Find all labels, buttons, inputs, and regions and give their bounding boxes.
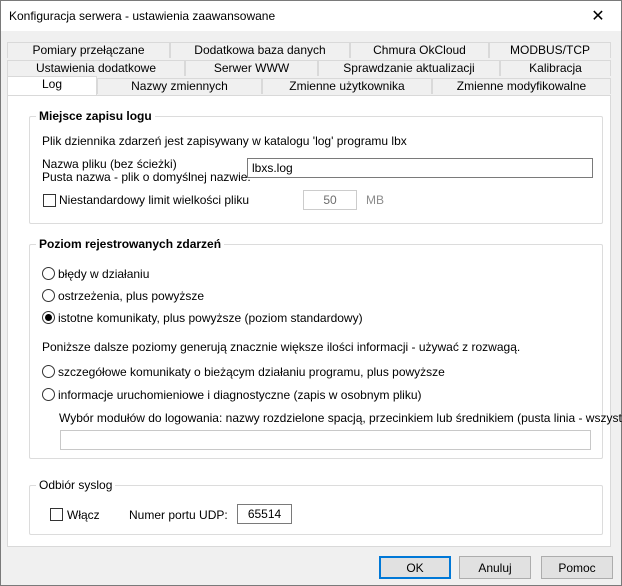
radio-level-warnings[interactable]: [42, 289, 55, 302]
udp-port-input[interactable]: 65514: [237, 504, 292, 524]
group-log-location-title: Miejsce zapisu logu: [36, 109, 155, 123]
tab-row-3: Log Nazwy zmiennych Zmienne użytkownika …: [7, 76, 611, 95]
modules-input[interactable]: [60, 430, 591, 450]
tab-sprawdzanie-aktualizacji[interactable]: Sprawdzanie aktualizacji: [318, 60, 500, 76]
group-log-level: Poziom rejestrowanych zdarzeń błędy w dz…: [29, 237, 622, 459]
tab-row-1: Pomiary przełączane Dodatkowa baza danyc…: [7, 42, 611, 59]
dialog-window: Konfiguracja serwera - ustawienia zaawan…: [0, 0, 622, 586]
radio-level-debug-label: informacje uruchomieniowe i diagnostyczn…: [58, 388, 422, 402]
tab-kalibracja[interactable]: Kalibracja: [500, 60, 611, 76]
radio-level-standard-label: istotne komunikaty, plus powyższe (pozio…: [58, 311, 363, 325]
ok-button[interactable]: OK: [379, 556, 451, 579]
limit-checkbox[interactable]: [43, 194, 56, 207]
tab-dodatkowa-baza-danych[interactable]: Dodatkowa baza danych: [170, 42, 350, 58]
radio-level-errors[interactable]: [42, 267, 55, 280]
group-log-location: Miejsce zapisu logu Plik dziennika zdarz…: [29, 109, 603, 224]
radio-level-detailed-label: szczegółowe komunikaty o bieżącym działa…: [58, 365, 445, 379]
log-location-info: Plik dziennika zdarzeń jest zapisywany w…: [42, 134, 407, 148]
group-log-level-title: Poziom rejestrowanych zdarzeń: [36, 237, 225, 251]
filename-label-line2: Pusta nazwa - plik o domyślnej nazwie:: [42, 170, 251, 184]
radio-level-standard[interactable]: [42, 311, 55, 324]
filename-label-line1: Nazwa pliku (bez ścieżki): [42, 157, 177, 171]
tab-pomiary-przelaczane[interactable]: Pomiary przełączane: [7, 42, 170, 58]
tab-zmienne-uzytkownika[interactable]: Zmienne użytkownika: [262, 78, 432, 94]
group-syslog-title: Odbiór syslog: [36, 478, 116, 492]
group-syslog: Odbiór syslog Włącz Numer portu UDP: 655…: [29, 478, 603, 535]
tab-modbus-tcp[interactable]: MODBUS/TCP: [489, 42, 611, 58]
help-button[interactable]: Pomoc: [541, 556, 613, 579]
filename-input[interactable]: lbxs.log: [247, 158, 593, 178]
syslog-enable-label: Włącz: [67, 508, 100, 522]
close-icon[interactable]: ✕: [575, 1, 621, 31]
tab-serwer-www[interactable]: Serwer WWW: [185, 60, 318, 76]
log-level-warning-note: Poniższe dalsze poziomy generują znaczni…: [42, 340, 521, 354]
limit-size-input[interactable]: 50: [303, 190, 357, 210]
tab-row-2: Ustawienia dodatkowe Serwer WWW Sprawdza…: [7, 60, 611, 77]
tab-ustawienia-dodatkowe[interactable]: Ustawienia dodatkowe: [7, 60, 185, 76]
title-bar: Konfiguracja serwera - ustawienia zaawan…: [1, 1, 621, 31]
tab-log[interactable]: Log: [7, 76, 97, 95]
tab-chmura-okcloud[interactable]: Chmura OkCloud: [350, 42, 489, 58]
limit-label: Niestandardowy limit wielkości pliku: [59, 193, 250, 207]
tab-nazwy-zmiennych[interactable]: Nazwy zmiennych: [97, 78, 262, 94]
radio-level-debug[interactable]: [42, 388, 55, 401]
tab-zmienne-modyfikowalne[interactable]: Zmienne modyfikowalne: [432, 78, 611, 94]
modules-label: Wybór modułów do logowania: nazwy rozdzi…: [59, 411, 622, 425]
window-title: Konfiguracja serwera - ustawienia zaawan…: [9, 9, 276, 23]
radio-level-warnings-label: ostrzeżenia, plus powyższe: [58, 289, 205, 303]
cancel-button[interactable]: Anuluj: [459, 556, 531, 579]
radio-level-detailed[interactable]: [42, 365, 55, 378]
syslog-enable-checkbox[interactable]: [50, 508, 63, 521]
udp-port-label: Numer portu UDP:: [129, 508, 228, 522]
tab-panel-log: Miejsce zapisu logu Plik dziennika zdarz…: [7, 95, 622, 547]
limit-unit-label: MB: [366, 193, 384, 207]
radio-level-errors-label: błędy w działaniu: [58, 267, 150, 281]
